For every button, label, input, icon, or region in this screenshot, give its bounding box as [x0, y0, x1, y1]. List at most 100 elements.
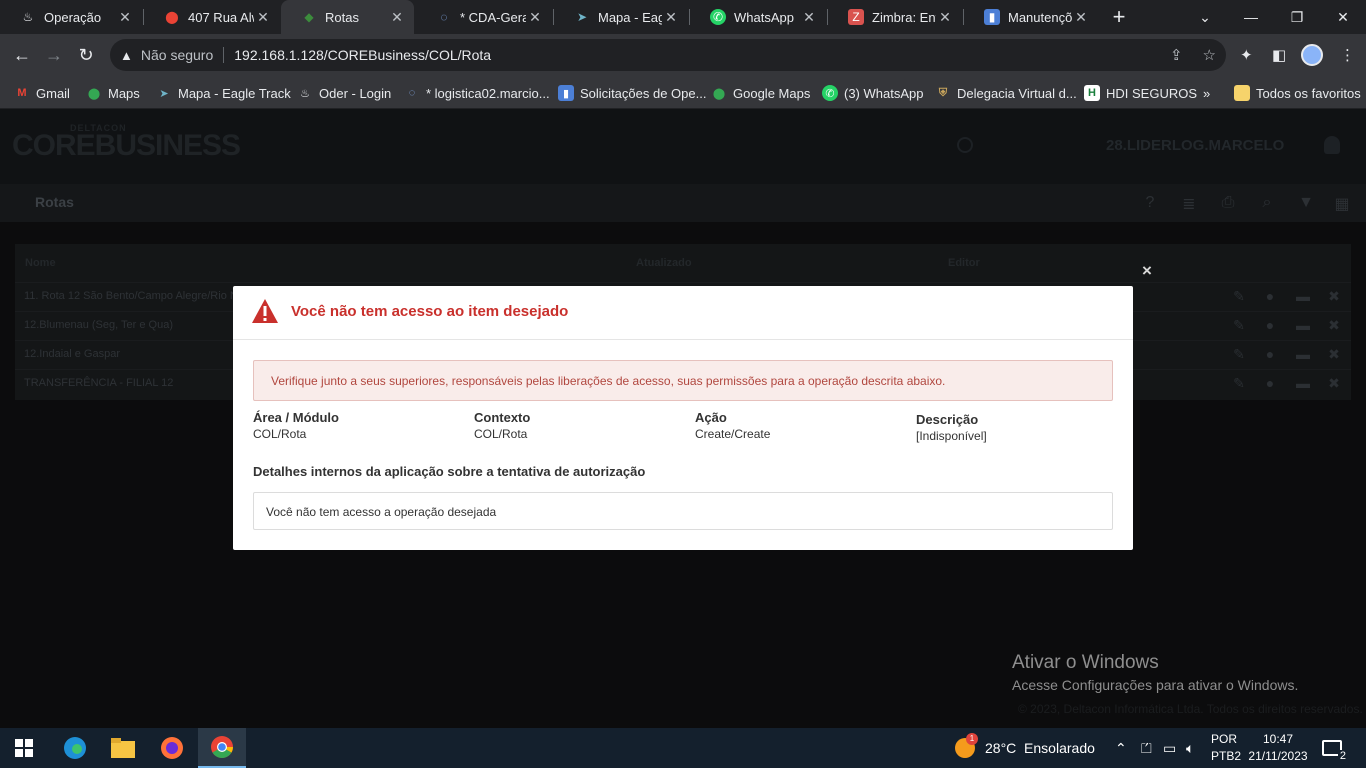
bookmark-hdi[interactable]: H HDI SEGUROS: [1084, 82, 1197, 104]
firefox-button[interactable]: [148, 728, 196, 768]
loading-icon: ◌: [440, 10, 448, 24]
delete-icon[interactable]: ✖: [1325, 288, 1343, 305]
bookmark-google-maps[interactable]: ⬤ Google Maps: [711, 82, 810, 104]
grid-view-icon[interactable]: ▦: [1332, 194, 1352, 213]
tab-rotas[interactable]: ◆ Rotas ✕: [281, 0, 414, 34]
eagle-icon: ➤: [159, 87, 169, 100]
globe-icon[interactable]: ●: [1261, 317, 1279, 333]
print-icon[interactable]: ⎙: [1218, 194, 1238, 212]
start-button[interactable]: [0, 728, 48, 768]
extensions-icon[interactable]: ✦: [1240, 46, 1253, 64]
side-panel-icon[interactable]: ◧: [1272, 46, 1286, 64]
modal-close-button[interactable]: ×: [1138, 262, 1156, 280]
volume-icon[interactable]: 🔈︎: [1186, 728, 1194, 768]
bookmark-gmail[interactable]: M Gmail: [14, 82, 70, 104]
close-icon[interactable]: ✕: [526, 9, 544, 26]
globe-icon[interactable]: ●: [1261, 375, 1279, 391]
globe-icon[interactable]: [957, 137, 973, 153]
star-icon[interactable]: ☆: [1203, 46, 1216, 64]
reload-button[interactable]: ↻: [72, 42, 100, 68]
bookmark-logistica[interactable]: ◌ * logistica02.marcio...: [404, 82, 550, 104]
share-icon[interactable]: ⇪: [1170, 46, 1183, 64]
close-icon[interactable]: ✕: [662, 9, 680, 26]
truck-icon[interactable]: ▬: [1294, 375, 1312, 391]
copyright-footer: © 2023, Deltacon Informática Ltda. Todos…: [1018, 702, 1363, 716]
clock[interactable]: 10:47 21/11/2023: [1244, 731, 1312, 765]
bookmark-label: * logistica02.marcio...: [426, 85, 550, 101]
bookmark-maps[interactable]: ⬤ Maps: [86, 82, 140, 104]
profile-avatar[interactable]: [1301, 44, 1323, 66]
tab-operacao[interactable]: ♨ Operação ✕: [0, 0, 142, 34]
address-bar[interactable]: ▲ Não seguro 192.168.1.128/COREBusiness/…: [110, 39, 1226, 71]
tab-mapa-eagle[interactable]: ➤ Mapa - Eagle ✕: [554, 0, 688, 34]
menu-icon[interactable]: ⋮: [1340, 46, 1355, 64]
user-icon[interactable]: [1324, 136, 1340, 154]
close-icon[interactable]: ✕: [1072, 9, 1090, 26]
usb-icon[interactable]: ⏍: [1141, 728, 1152, 768]
weather-widget[interactable]: 1 28°C Ensolarado: [955, 728, 1095, 768]
globe-icon[interactable]: ●: [1261, 346, 1279, 362]
access-denied-modal: Você não tem acesso ao item desejado Ver…: [233, 286, 1133, 550]
search-icon[interactable]: ⌕: [1257, 194, 1277, 212]
tab-manutencoes[interactable]: ▮ Manutençõe ✕: [964, 0, 1098, 34]
edge-button[interactable]: [51, 728, 99, 768]
tab-cda-geral[interactable]: ◌ * CDA-Geral ✕: [416, 0, 552, 34]
file-explorer-button[interactable]: [99, 728, 147, 768]
truck-icon[interactable]: ▬: [1294, 288, 1312, 304]
close-icon[interactable]: ✕: [116, 9, 134, 26]
minimize-button[interactable]: —: [1228, 0, 1274, 34]
new-tab-button[interactable]: +: [1108, 4, 1130, 30]
hdi-icon: H: [1084, 85, 1100, 101]
column-header-atualizado[interactable]: Atualizado: [636, 257, 692, 269]
edit-icon[interactable]: ✎: [1230, 375, 1248, 392]
bookmark-oder[interactable]: ♨ Oder - Login: [297, 82, 391, 104]
bookmark-whatsapp[interactable]: ✆ (3) WhatsApp: [822, 82, 923, 104]
more-bookmarks-button[interactable]: »: [1203, 82, 1210, 104]
delete-icon[interactable]: ✖: [1325, 317, 1343, 334]
chevron-down-icon: ⌄: [1199, 8, 1211, 25]
field-area-modulo: Área / Módulo COL/Rota: [253, 410, 339, 441]
close-icon[interactable]: ✕: [936, 9, 954, 26]
bookmark-delegacia[interactable]: ⛨ Delegacia Virtual d...: [935, 82, 1077, 104]
delete-icon[interactable]: ✖: [1325, 375, 1343, 392]
close-icon[interactable]: ✕: [388, 9, 406, 26]
edit-icon[interactable]: ✎: [1230, 346, 1248, 363]
bookmark-mapa-eagle[interactable]: ➤ Mapa - Eagle Track: [156, 82, 290, 104]
truck-icon[interactable]: ▬: [1294, 317, 1312, 333]
column-header-nome[interactable]: Nome: [25, 257, 56, 269]
network-icon[interactable]: ▭: [1163, 728, 1176, 768]
truck-icon[interactable]: ▬: [1294, 346, 1312, 362]
forward-button[interactable]: →: [40, 42, 68, 68]
filter-icon[interactable]: ▼: [1296, 194, 1316, 212]
chrome-button[interactable]: [198, 728, 246, 768]
tab-whatsapp[interactable]: ✆ WhatsApp ✕: [690, 0, 826, 34]
eagle-icon: ➤: [576, 10, 588, 24]
window-close-button[interactable]: ✕: [1320, 0, 1366, 34]
security-label: Não seguro: [140, 47, 214, 63]
bookmark-solicitacoes[interactable]: ▮ Solicitações de Ope...: [558, 82, 706, 104]
help-icon[interactable]: ?: [1140, 194, 1160, 212]
delete-icon[interactable]: ✖: [1325, 346, 1343, 363]
close-icon[interactable]: ✕: [254, 9, 272, 26]
show-hidden-icons[interactable]: ⌃: [1115, 728, 1127, 768]
column-header-editor[interactable]: Editor: [948, 257, 980, 269]
maps-icon: ⬤: [87, 87, 101, 100]
globe-icon[interactable]: ●: [1261, 288, 1279, 304]
username[interactable]: 28.LIDERLOG.MARCELO: [1106, 137, 1284, 154]
zimbra-icon: Z: [848, 9, 864, 25]
all-bookmarks-folder[interactable]: Todos os favoritos: [1234, 82, 1361, 104]
back-button[interactable]: ←: [8, 42, 36, 68]
tab-search-button[interactable]: ⌄: [1182, 0, 1228, 34]
tab-rua-alwin[interactable]: ⬤ 407 Rua Alwin ✕: [144, 0, 280, 34]
notification-center-button[interactable]: 2: [1322, 728, 1348, 768]
close-icon[interactable]: ✕: [800, 9, 818, 26]
database-settings-icon[interactable]: ≣: [1179, 194, 1199, 213]
language-indicator[interactable]: POR PTB2: [1211, 731, 1241, 765]
tab-zimbra[interactable]: Z Zimbra: Entra ✕: [828, 0, 962, 34]
field-descricao: Descrição [Indisponível]: [916, 412, 987, 443]
restore-button[interactable]: ❐: [1274, 0, 1320, 34]
edit-icon[interactable]: ✎: [1230, 288, 1248, 305]
taskbar: 1 28°C Ensolarado ⌃ ⏍ ▭ 🔈︎ POR PTB2 10:4…: [0, 728, 1366, 768]
tab-label: Operação: [44, 9, 102, 25]
edit-icon[interactable]: ✎: [1230, 317, 1248, 334]
